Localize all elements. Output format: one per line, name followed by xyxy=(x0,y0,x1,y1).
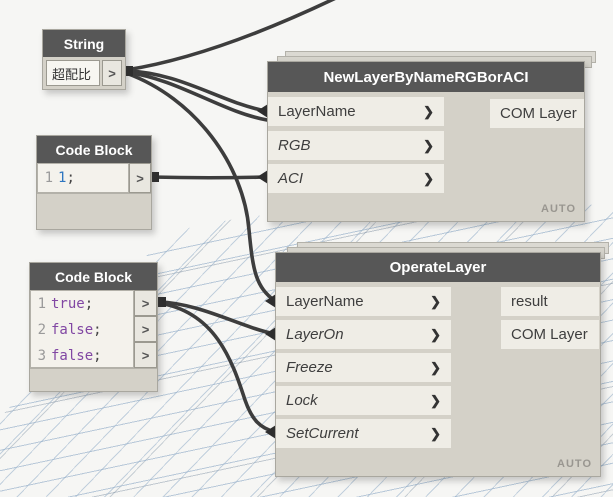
wire-codeblock2-to-setcurrent[interactable] xyxy=(157,301,277,434)
code-line: 2 false; xyxy=(35,317,131,343)
lacing-badge[interactable]: AUTO xyxy=(557,458,592,470)
input-port-chevron: ❯ xyxy=(430,425,441,441)
lacing-badge[interactable]: AUTO xyxy=(541,203,576,215)
code-line: 1 true; xyxy=(35,291,131,317)
code-token: false xyxy=(51,348,94,364)
line-number: 1 xyxy=(44,170,53,186)
codeblock1-output-port[interactable]: > xyxy=(129,163,151,193)
code-token: true xyxy=(51,296,85,312)
node-operate-layer[interactable]: OperateLayer LayerName ❯ LayerOn ❯ Freez… xyxy=(275,252,601,477)
node-title[interactable]: String xyxy=(43,30,125,57)
code-token: false xyxy=(51,322,94,338)
codeblock2-output-port-2[interactable]: > xyxy=(134,316,157,342)
wire-string-branch[interactable] xyxy=(124,70,269,122)
line-number: 1 xyxy=(37,296,46,312)
line-number: 3 xyxy=(37,348,46,364)
code-block-footer xyxy=(30,368,157,391)
node-code-block-1[interactable]: Code Block 1 1; > xyxy=(36,135,152,230)
dynamo-canvas[interactable]: String 超配比 > Code Block 1 1; > Code Block… xyxy=(0,0,613,497)
input-port-rgb[interactable]: RGB ❯ xyxy=(268,131,444,160)
input-port-chevron: ❯ xyxy=(423,170,434,186)
node-new-layer-by-name-rgb-or-aci[interactable]: NewLayerByNameRGBorACI LayerName ❯ RGB ❯… xyxy=(267,61,585,222)
input-port-chevron: ❯ xyxy=(430,359,441,375)
input-port-layeron[interactable]: LayerOn ❯ xyxy=(276,320,451,349)
node-title[interactable]: Code Block xyxy=(30,263,157,290)
code-line: 3 false; xyxy=(35,343,131,369)
input-port-chevron: ❯ xyxy=(423,103,434,119)
node-code-block-2[interactable]: Code Block 1 true; 2 false; 3 false; > > > xyxy=(29,262,158,392)
output-port-result[interactable]: result xyxy=(501,287,599,316)
code-editor[interactable]: 1 1; xyxy=(37,163,129,193)
input-port-setcurrent[interactable]: SetCurrent ❯ xyxy=(276,419,451,448)
node-title[interactable]: NewLayerByNameRGBorACI xyxy=(268,62,584,92)
code-editor[interactable]: 1 true; 2 false; 3 false; xyxy=(30,290,134,368)
input-port-chevron: ❯ xyxy=(430,326,441,342)
output-port-com-layer[interactable]: COM Layer xyxy=(490,99,584,128)
string-output-port[interactable]: > xyxy=(102,60,122,86)
string-value-input[interactable]: 超配比 xyxy=(46,60,100,86)
input-port-chevron: ❯ xyxy=(430,293,441,309)
input-port-aci[interactable]: ACI ❯ xyxy=(268,164,444,193)
wire-codeblock1-to-aci[interactable] xyxy=(149,175,268,180)
input-port-layername[interactable]: LayerName ❯ xyxy=(276,287,451,316)
line-number: 2 xyxy=(37,322,46,338)
input-port-layername[interactable]: LayerName ❯ xyxy=(268,97,444,126)
input-port-lock[interactable]: Lock ❯ xyxy=(276,386,451,415)
code-block-footer xyxy=(37,193,151,229)
node-title[interactable]: OperateLayer xyxy=(276,253,600,282)
codeblock2-out-stub xyxy=(157,297,166,307)
input-port-chevron: ❯ xyxy=(423,137,434,153)
code-line: 1 1; xyxy=(42,164,126,193)
node-string[interactable]: String 超配比 > xyxy=(42,29,126,90)
codeblock2-output-port-1[interactable]: > xyxy=(134,290,157,316)
codeblock2-output-port-3[interactable]: > xyxy=(134,342,157,368)
input-port-freeze[interactable]: Freeze ❯ xyxy=(276,353,451,382)
input-port-chevron: ❯ xyxy=(430,392,441,408)
node-title[interactable]: Code Block xyxy=(37,136,151,163)
output-port-com-layer[interactable]: COM Layer xyxy=(501,320,599,349)
